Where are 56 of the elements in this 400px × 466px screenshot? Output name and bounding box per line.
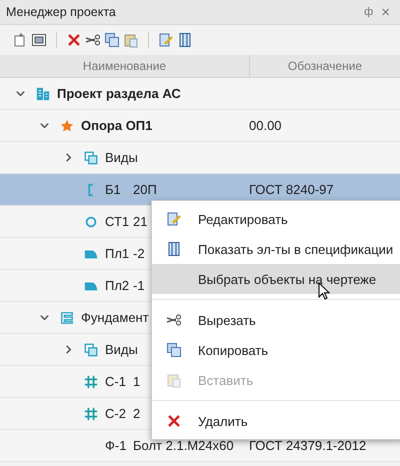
star-icon (60, 118, 74, 132)
item-mark: 21 (133, 214, 148, 229)
tree-item-name[interactable]: С-1 (105, 374, 126, 389)
tree-item-name[interactable]: СТ1 (105, 214, 130, 229)
menu-item[interactable]: Показать эл-ты в спецификации (152, 234, 400, 264)
tree-item-name[interactable]: Пл2 (105, 278, 130, 293)
item-designation: ГОСТ 24379.1-2012 (249, 438, 366, 453)
scissors-icon[interactable] (85, 32, 101, 48)
chevron-down-icon[interactable] (38, 120, 50, 131)
item-designation: 00.00 (249, 118, 282, 133)
chevron-down-icon[interactable] (38, 312, 50, 323)
column-header[interactable]: Обозначение (250, 55, 400, 77)
close-button[interactable]: × (377, 4, 394, 20)
hash-icon (84, 374, 98, 388)
hash-icon (84, 406, 98, 420)
circle-icon (84, 214, 98, 228)
menu-item[interactable]: Выбрать объекты на чертеже (152, 264, 400, 294)
menu-item[interactable]: Редактировать (152, 204, 400, 234)
delete-icon (166, 413, 182, 429)
tree-item-name[interactable]: С-2 (105, 406, 126, 421)
item-mark: -2 (133, 246, 145, 261)
copy-icon[interactable] (104, 32, 120, 48)
delete-icon[interactable] (66, 32, 82, 48)
table-icon (166, 241, 182, 257)
column-header[interactable]: Наименование (0, 55, 250, 77)
menu-item[interactable]: Вырезать (152, 305, 400, 335)
edit-icon (166, 211, 182, 227)
item-designation: ГОСТ 8240-97 (249, 182, 334, 197)
menu-item[interactable]: Копировать (152, 335, 400, 365)
tree-item-name[interactable]: Виды (105, 342, 138, 357)
tree-item-name[interactable]: Фундамент (81, 310, 149, 325)
tree-item-name[interactable]: Пл1 (105, 246, 130, 261)
item-mark: 20П (133, 182, 157, 197)
window-icon[interactable] (31, 32, 47, 48)
paste-icon (166, 372, 182, 388)
paste-icon[interactable] (123, 32, 139, 48)
item-mark: -1 (133, 278, 145, 293)
copy-icon (166, 342, 182, 358)
edit-icon[interactable] (158, 32, 174, 48)
panel-title: Менеджер проекта (6, 5, 117, 19)
layers-icon (84, 150, 98, 164)
item-mark: Болт 2.1.М24x60 (133, 438, 234, 453)
item-mark: 2 (133, 406, 140, 421)
pin-button[interactable]: ф (360, 6, 378, 18)
tree-item-name[interactable]: Проект раздела АС (57, 86, 181, 101)
tree-item-name[interactable]: Виды (105, 150, 138, 165)
tree-item-name[interactable]: Опора ОП1 (81, 118, 152, 133)
scissors-icon (166, 312, 182, 328)
foundation-icon (60, 310, 74, 324)
chevron-down-icon[interactable] (14, 88, 26, 99)
tree-item-name[interactable]: Ф-1 (105, 438, 126, 453)
tree-item-name[interactable]: Б1 (105, 182, 121, 197)
building-icon (36, 86, 50, 100)
table-icon[interactable] (177, 32, 193, 48)
layers-icon (84, 342, 98, 356)
item-mark: 1 (133, 374, 140, 389)
